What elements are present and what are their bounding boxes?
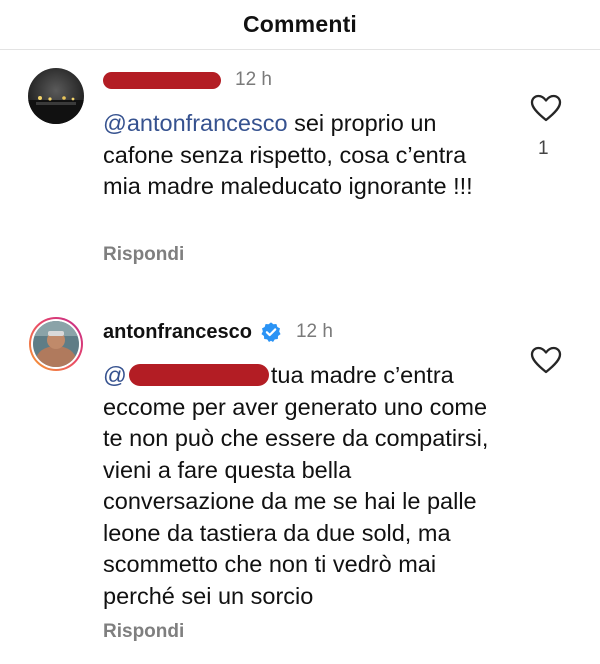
page-title: Commenti — [242, 11, 358, 37]
redacted-username — [103, 71, 221, 89]
comment-time: 12 h — [235, 69, 272, 90]
heart-icon — [530, 94, 562, 122]
redacted-mention — [128, 364, 269, 386]
comments-header: Commenti — [0, 0, 600, 50]
like-button[interactable] — [530, 94, 562, 122]
avatar[interactable] — [28, 316, 84, 372]
comment-body: tua madre c’entra eccome per aver genera… — [103, 362, 489, 609]
comment-time: 12 h — [295, 321, 333, 342]
like-count: 1 — [538, 138, 549, 159]
heart-icon — [530, 346, 562, 374]
comment-meta: antonfrancesco 12 h — [103, 320, 333, 344]
reply-button[interactable]: Rispondi — [103, 244, 184, 266]
comment-text: @antonfrancesco sei proprio un cafone se… — [103, 108, 503, 203]
username[interactable]: antonfrancesco — [103, 321, 252, 344]
night-scene-avatar-icon — [28, 68, 84, 124]
like-button[interactable] — [530, 346, 562, 374]
avatar[interactable] — [28, 68, 84, 124]
gym-portrait-avatar-icon — [29, 317, 83, 371]
reply-button[interactable]: Rispondi — [103, 621, 184, 643]
mention-link[interactable]: @ — [103, 362, 127, 388]
comment-text: @ tua madre c’entra eccome per aver gener… — [103, 360, 503, 612]
comment-meta: 12 h — [103, 68, 272, 92]
verified-badge-icon — [260, 321, 282, 343]
mention-link[interactable]: @antonfrancesco — [103, 110, 288, 136]
